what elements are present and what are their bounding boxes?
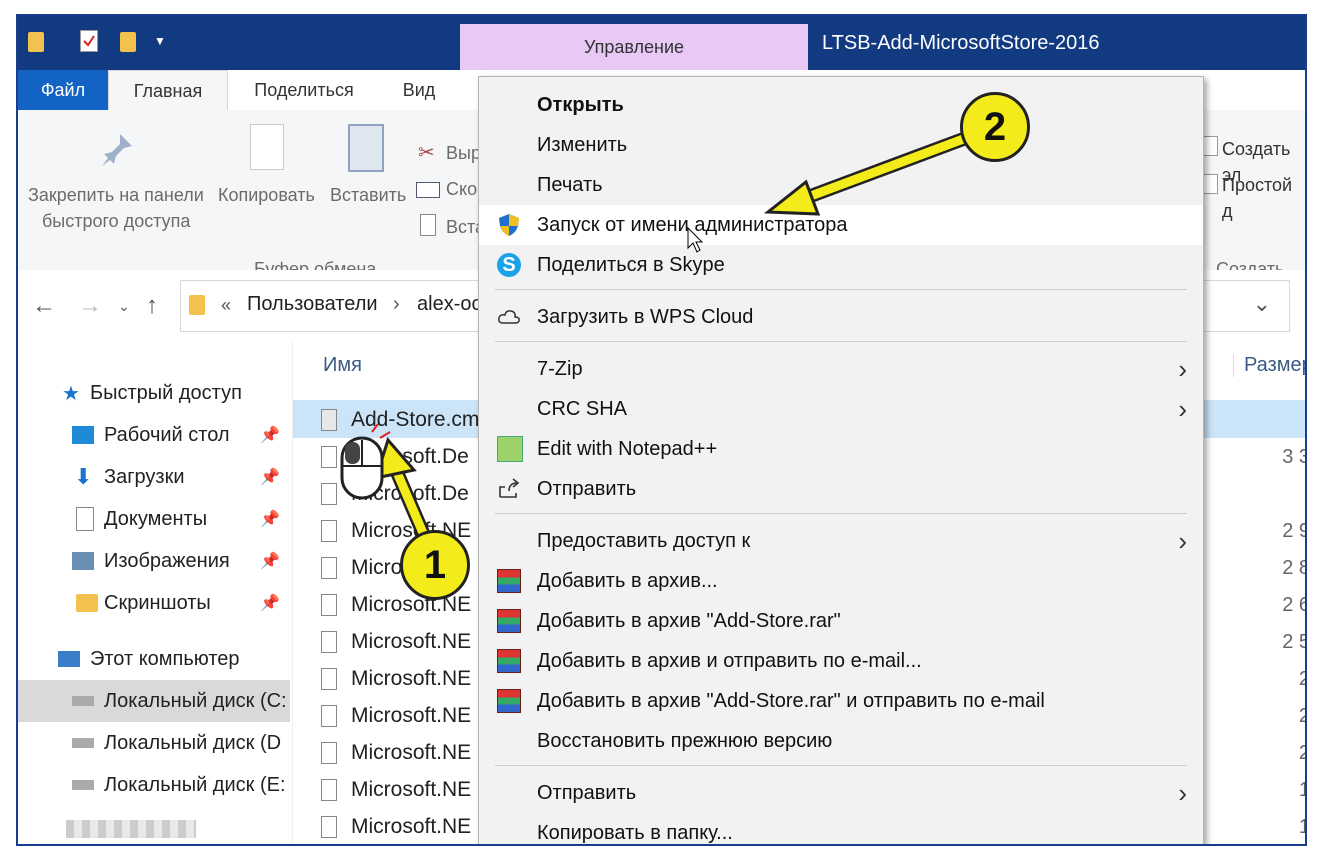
step-badge-2: 2 [960, 92, 1030, 162]
mouse-cursor-icon [687, 226, 704, 253]
step-badge-1: 1 [400, 530, 470, 600]
annotation-arrows [340, 131, 973, 547]
arrow-head-2 [763, 179, 821, 216]
mouse-icon [340, 423, 391, 500]
